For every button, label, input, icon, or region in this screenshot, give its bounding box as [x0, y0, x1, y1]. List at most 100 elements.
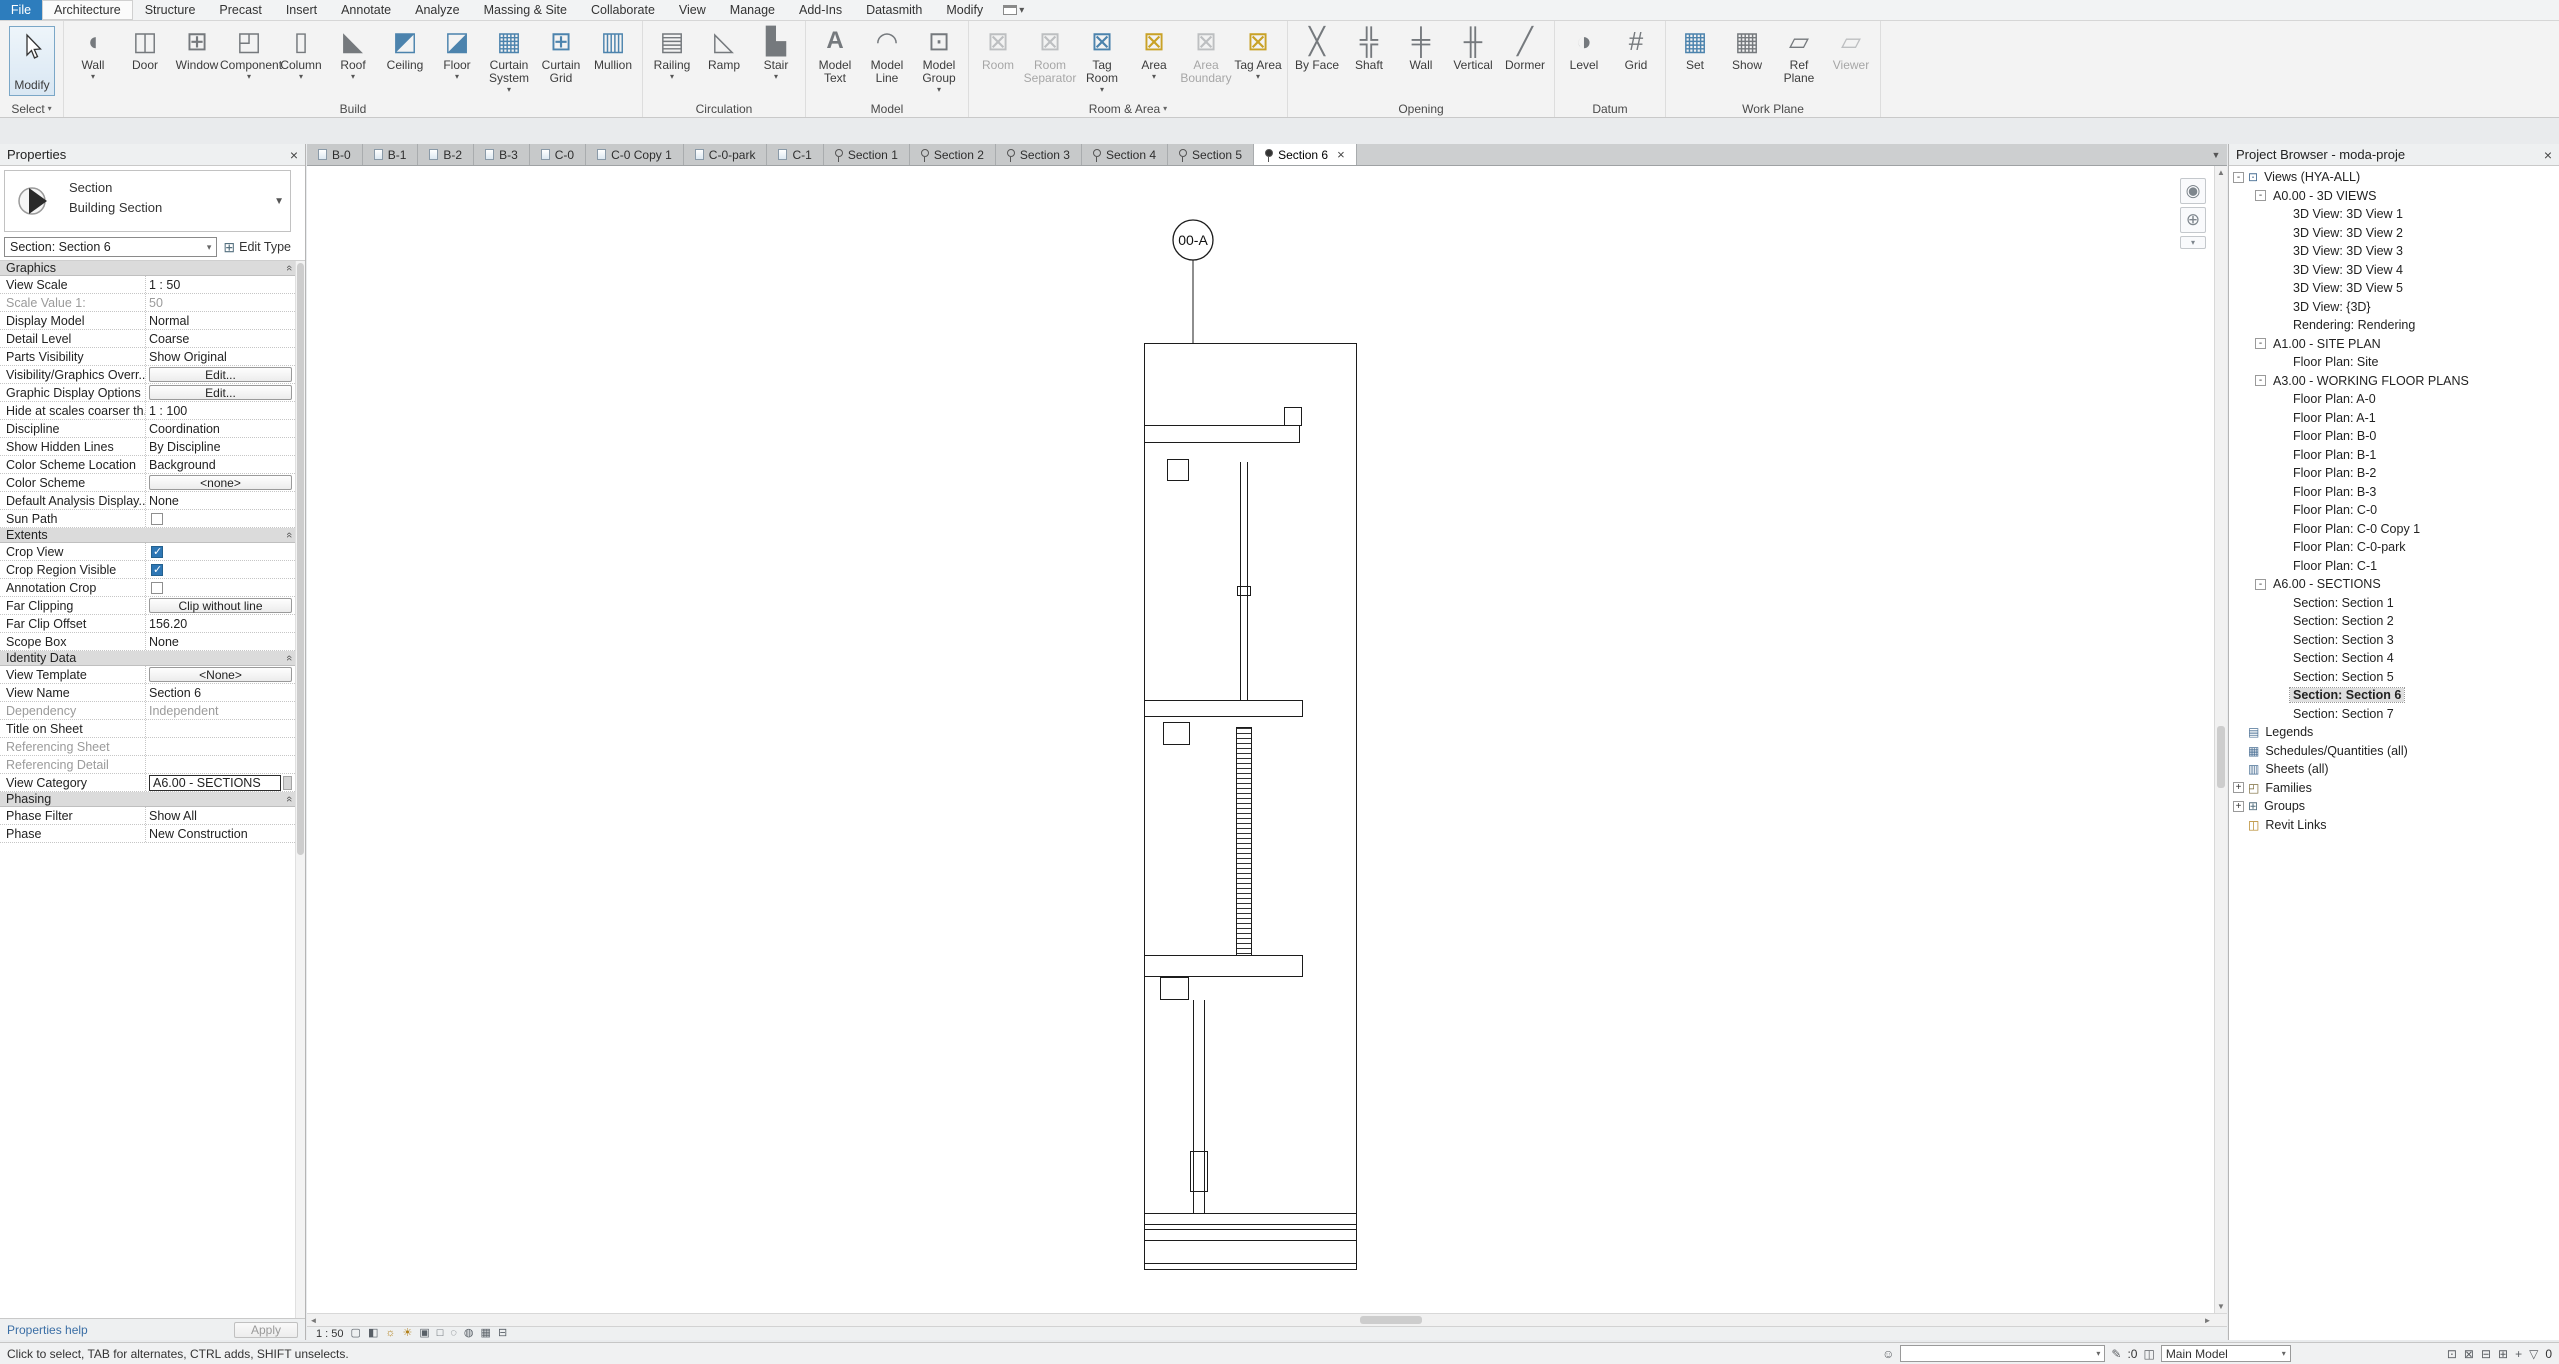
collapse-section-icon[interactable]: «: [283, 265, 295, 271]
property-row[interactable]: View Category A6.00 - SECTIONS A6.00 - S…: [0, 774, 295, 792]
grid-tool[interactable]: Grid ▾: [1610, 23, 1662, 72]
menu-tab-collaborate[interactable]: Collaborate: [579, 0, 667, 20]
view-tab[interactable]: B-1 ×: [363, 144, 419, 165]
view-tab[interactable]: B-0 ×: [307, 144, 363, 165]
model-line-tool[interactable]: Model Line ▾: [861, 23, 913, 85]
temporary-view-properties-icon[interactable]: ▦: [481, 1328, 491, 1339]
column-tool[interactable]: Column ▾: [275, 23, 327, 81]
area-boundary-tool[interactable]: Area Boundary ▾: [1180, 23, 1232, 85]
tag-room-tool[interactable]: Tag Room ▾: [1076, 23, 1128, 94]
property-row[interactable]: Show Hidden Lines By Discipline By Disci…: [0, 438, 295, 456]
ribbon-group-label-room-area[interactable]: Room & Area▾: [969, 100, 1287, 117]
window-tool[interactable]: Window ▾: [171, 23, 223, 72]
view-scale-control[interactable]: 1 : 50: [316, 1328, 344, 1340]
shadows-icon[interactable]: ☀: [402, 1328, 412, 1339]
tree-item[interactable]: Sheets (all): [2229, 760, 2559, 779]
dormer-tool[interactable]: Dormer ▾: [1499, 23, 1551, 72]
tree-item[interactable]: Groups: [2229, 797, 2559, 816]
view-tab[interactable]: Section 3 ×: [996, 144, 1082, 165]
view-tab[interactable]: Section 4 ×: [1082, 144, 1168, 165]
property-row[interactable]: View Scale 1 : 50 1 : 50 1 : 50 «: [0, 276, 295, 294]
property-value-input[interactable]: A6.00 - SECTIONS: [149, 775, 281, 791]
menu-tab-modify[interactable]: Modify: [934, 0, 995, 20]
tree-item[interactable]: Section: Section 6: [2229, 686, 2559, 705]
property-row[interactable]: Display Model Normal Normal Normal «: [0, 312, 295, 330]
door-tool[interactable]: Door ▾: [119, 23, 171, 72]
view-tab[interactable]: B-2 ×: [418, 144, 474, 165]
tree-item[interactable]: 3D View: 3D View 4: [2229, 261, 2559, 280]
property-row[interactable]: Discipline Coordination Coordination Coo…: [0, 420, 295, 438]
menu-tab-architecture[interactable]: Architecture: [42, 0, 133, 20]
tree-expander-icon[interactable]: [2255, 190, 2266, 201]
tree-expander-icon[interactable]: [2233, 782, 2244, 793]
scroll-right-icon[interactable]: ►: [2201, 1314, 2214, 1326]
view-tab[interactable]: C-1 ×: [767, 144, 823, 165]
menu-tab-precast[interactable]: Precast: [207, 0, 273, 20]
properties-scrollbar[interactable]: [295, 261, 305, 1318]
scrollbar-thumb[interactable]: [1360, 1316, 1422, 1324]
view-tab[interactable]: Section 2 ×: [910, 144, 996, 165]
menu-tab-massing-site[interactable]: Massing & Site: [472, 0, 579, 20]
close-icon[interactable]: ×: [290, 148, 298, 162]
select-toggle-4-icon[interactable]: ⊞: [2498, 1348, 2508, 1360]
property-value-button[interactable]: <None>: [149, 667, 292, 682]
tree-item[interactable]: 3D View: 3D View 3: [2229, 242, 2559, 261]
property-row[interactable]: Color Scheme Location Background Backgro…: [0, 456, 295, 474]
drawing-viewport[interactable]: 00-A ◉ ⊕ ▾ ▲ ▼: [307, 166, 2227, 1313]
tree-item[interactable]: 3D View: 3D View 5: [2229, 279, 2559, 298]
tree-item[interactable]: Floor Plan: B-3: [2229, 483, 2559, 502]
horizontal-scrollbar[interactable]: ◄ ►: [307, 1313, 2227, 1326]
property-value-button[interactable]: Edit...: [149, 367, 292, 382]
ribbon-display-toggle[interactable]: ▾: [1003, 0, 1024, 20]
select-toggle-5-icon[interactable]: +: [2515, 1348, 2522, 1360]
property-row[interactable]: Phase New Construction New Construction …: [0, 825, 295, 843]
property-row[interactable]: Extents «: [0, 528, 295, 543]
navigation-bar-expand[interactable]: ▾: [2180, 236, 2206, 249]
checkbox[interactable]: [151, 582, 163, 594]
tag-area-tool[interactable]: Tag Area ▾: [1232, 23, 1284, 81]
room-separator-tool[interactable]: Room Separator ▾: [1024, 23, 1076, 85]
tree-item[interactable]: 3D View: 3D View 2: [2229, 224, 2559, 243]
by-face-tool[interactable]: By Face ▾: [1291, 23, 1343, 72]
property-row[interactable]: View Name Section 6 Section 6 Section 6 …: [0, 684, 295, 702]
ribbon-group-label-select[interactable]: Select▾: [0, 100, 63, 117]
view-tab[interactable]: Section 5 ×: [1168, 144, 1254, 165]
detail-level-icon[interactable]: ▢: [351, 1328, 361, 1339]
visual-style-icon[interactable]: ◧: [368, 1328, 378, 1339]
curtain-system-tool[interactable]: Curtain System ▾: [483, 23, 535, 94]
sun-path-icon[interactable]: ☼: [385, 1328, 395, 1339]
tree-item[interactable]: Floor Plan: B-2: [2229, 464, 2559, 483]
tree-item[interactable]: Floor Plan: C-0: [2229, 501, 2559, 520]
lock-3d-icon[interactable]: ⊟: [498, 1328, 507, 1339]
tree-item[interactable]: A3.00 - WORKING FLOOR PLANS: [2229, 372, 2559, 391]
property-row[interactable]: Sun Path «: [0, 510, 295, 528]
checkbox[interactable]: [151, 564, 163, 576]
tree-item[interactable]: Floor Plan: B-1: [2229, 446, 2559, 465]
tree-expander-icon[interactable]: [2233, 801, 2244, 812]
property-row[interactable]: Far Clipping Clip without line Clip with…: [0, 597, 295, 615]
property-value-button[interactable]: <none>: [149, 475, 292, 490]
stair-tool[interactable]: Stair ▾: [750, 23, 802, 81]
tree-item[interactable]: Section: Section 4: [2229, 649, 2559, 668]
tree-item[interactable]: Section: Section 7: [2229, 705, 2559, 724]
zoom-icon[interactable]: ⊕: [2180, 207, 2206, 233]
collapse-section-icon[interactable]: «: [283, 532, 295, 538]
property-row[interactable]: Detail Level Coarse Coarse Coarse «: [0, 330, 295, 348]
property-row[interactable]: Identity Data «: [0, 651, 295, 666]
menu-tab-view[interactable]: View: [667, 0, 718, 20]
property-row[interactable]: Referencing Detail «: [0, 756, 295, 774]
tree-item[interactable]: Section: Section 5: [2229, 668, 2559, 687]
tree-item[interactable]: Floor Plan: C-0-park: [2229, 538, 2559, 557]
scrollbar-thumb[interactable]: [2217, 726, 2225, 788]
property-row[interactable]: Dependency Independent Independent Indep…: [0, 702, 295, 720]
tree-item[interactable]: Families: [2229, 779, 2559, 798]
tree-item[interactable]: 3D View: 3D View 1: [2229, 205, 2559, 224]
property-row[interactable]: Visibility/Graphics Overr... Edit... Edi…: [0, 366, 295, 384]
tree-item[interactable]: A0.00 - 3D VIEWS: [2229, 187, 2559, 206]
tree-expander-icon[interactable]: [2233, 172, 2244, 183]
tab-close-icon[interactable]: ×: [1337, 147, 1345, 162]
reveal-hidden-icon[interactable]: ◍: [464, 1328, 474, 1339]
property-row[interactable]: Referencing Sheet «: [0, 738, 295, 756]
scroll-up-icon[interactable]: ▲: [2215, 166, 2227, 179]
scrollbar-thumb[interactable]: [297, 263, 304, 855]
